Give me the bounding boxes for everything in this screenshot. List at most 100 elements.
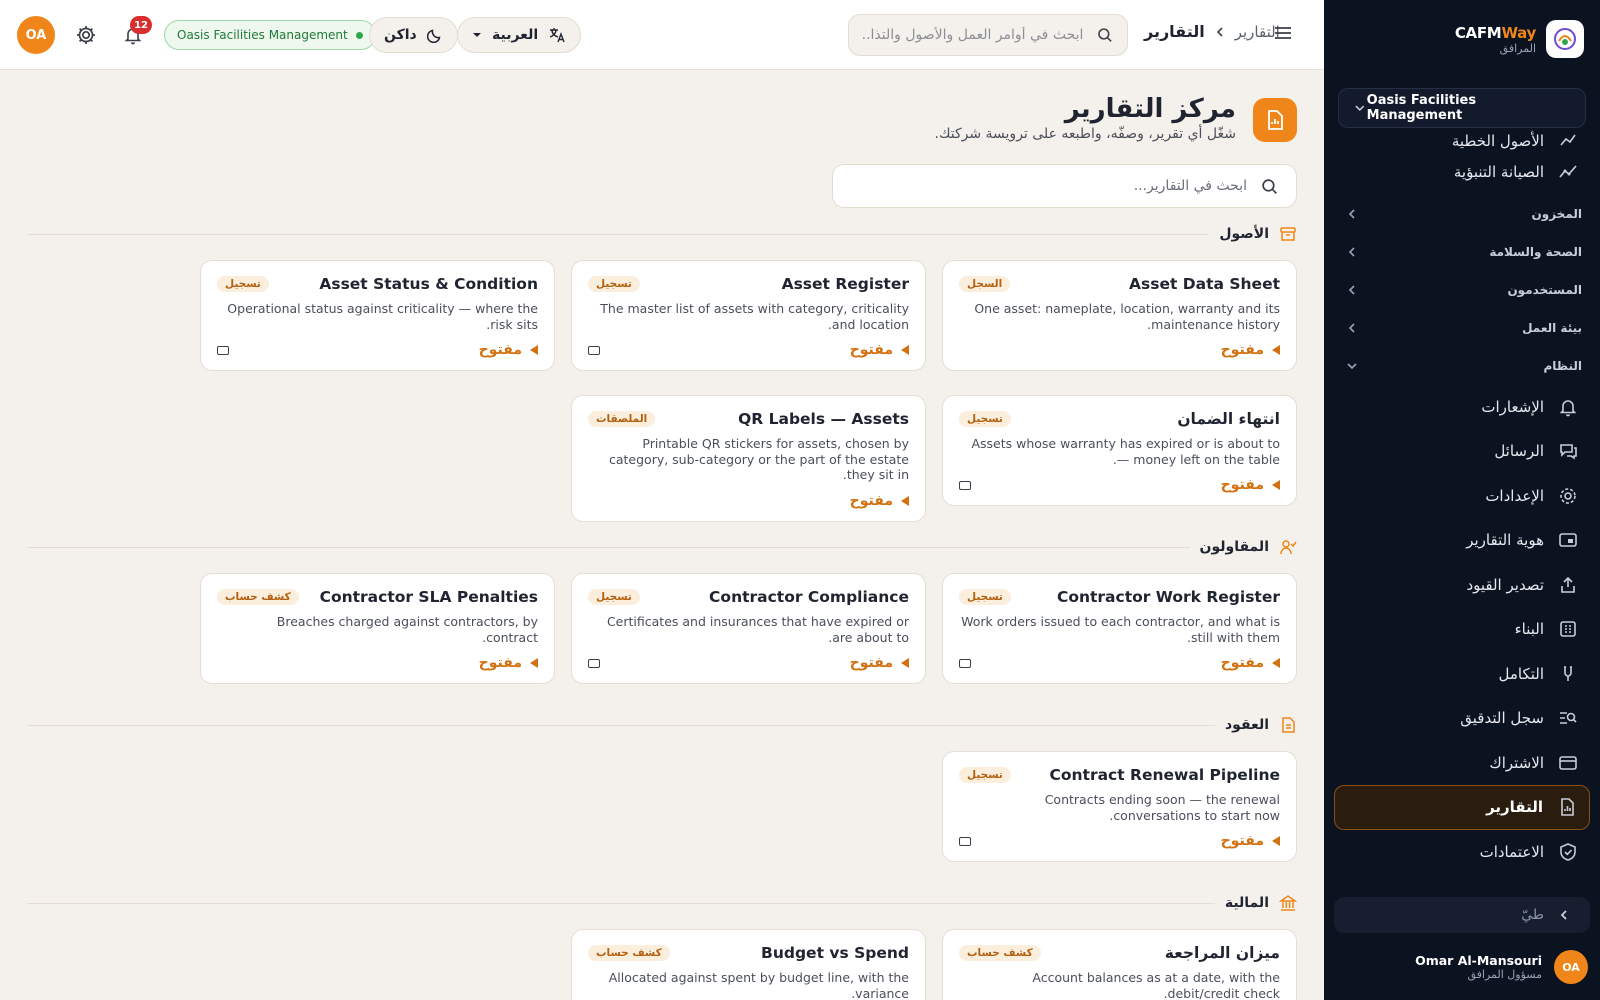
- sidebar-item-linear-assets[interactable]: الأصول الخطية: [1324, 128, 1600, 150]
- sidebar-item-notifications[interactable]: الإشعارات: [1324, 385, 1600, 430]
- sidebar-section-inventory[interactable]: المخزون: [1324, 195, 1600, 233]
- card-description: Work orders issued to each contractor, a…: [961, 614, 1280, 645]
- card-title: Budget vs Spend: [761, 944, 909, 962]
- user-profile[interactable]: OA Omar Al-Mansouri مسؤول المرافق: [1415, 950, 1588, 984]
- sidebar-section-workspace[interactable]: بيئة العمل: [1324, 309, 1600, 347]
- open-label: مفتوح: [1220, 342, 1264, 358]
- reports-search-placeholder: ابحث في التقارير...: [1133, 178, 1247, 194]
- open-report-button[interactable]: مفتوح: [1221, 477, 1280, 493]
- report-card-asset-register[interactable]: Asset Register تسجيل The master list of a…: [571, 260, 926, 371]
- sidebar-section-users[interactable]: المستخدمون: [1324, 271, 1600, 309]
- sidebar-item-label: هوية التقارير: [1466, 531, 1544, 550]
- settings-button[interactable]: [73, 22, 99, 48]
- card-description: Account balances as at a date, with the …: [1032, 970, 1280, 1000]
- sidebar-item-report-branding[interactable]: هوية التقارير: [1324, 518, 1600, 563]
- report-card-contractor-sla-penalties[interactable]: Contractor SLA Penalties كشف حساب Breache…: [200, 573, 555, 684]
- report-card-qr-labels[interactable]: QR Labels — Assets الملصقات Printable QR …: [571, 395, 926, 522]
- select-checkbox[interactable]: [959, 836, 971, 846]
- page-title: مركز التقارير: [1064, 94, 1236, 124]
- notifications-button[interactable]: 12: [120, 16, 152, 48]
- section-divider: [27, 724, 1215, 726]
- reports-search-input[interactable]: ابحث في التقارير...: [832, 164, 1297, 208]
- select-checkbox[interactable]: [217, 345, 229, 355]
- open-report-button[interactable]: مفتوح: [1221, 655, 1280, 671]
- collapse-label: طيّ: [1521, 907, 1544, 923]
- sidebar-section-system[interactable]: النظام: [1324, 347, 1600, 385]
- sidebar-item-predictive-maintenance[interactable]: الصيانة التنبؤية: [1324, 150, 1600, 195]
- select-checkbox[interactable]: [588, 658, 600, 668]
- card-tag: تسجيل: [959, 767, 1011, 783]
- menu-button[interactable]: [1272, 22, 1294, 48]
- card-title: انتهاء الضمان: [1177, 410, 1280, 428]
- open-report-button[interactable]: مفتوح: [479, 655, 538, 671]
- sidebar-item-label: التكامل: [1498, 664, 1544, 683]
- open-label: مفتوح: [849, 655, 893, 671]
- sidebar-item-messages[interactable]: الرسائل: [1324, 429, 1600, 474]
- card-title: QR Labels — Assets: [738, 410, 909, 428]
- select-checkbox[interactable]: [588, 345, 600, 355]
- org-pill-label: Oasis Facilities Management: [177, 28, 348, 42]
- card-description: Printable QR stickers for assets, chosen…: [608, 436, 909, 482]
- sidebar-item-journal-export[interactable]: تصدير القيود: [1324, 563, 1600, 608]
- report-card-contract-renewal[interactable]: Contract Renewal Pipeline تسجيل Contracts…: [942, 751, 1297, 862]
- select-checkbox[interactable]: [959, 480, 971, 490]
- card-tag: السجل: [959, 276, 1011, 292]
- sidebar-item-subscription[interactable]: الاشتراك: [1324, 741, 1600, 786]
- sidebar-item-builder[interactable]: البناء: [1324, 607, 1600, 652]
- sidebar-section-hse[interactable]: الصحة والسلامة: [1324, 233, 1600, 271]
- play-icon: [901, 495, 909, 506]
- open-label: مفتوح: [849, 342, 893, 358]
- card-tag: تسجيل: [959, 589, 1011, 605]
- sidebar-item-settings[interactable]: الإعدادات: [1324, 474, 1600, 519]
- card-tag: كشف حساب: [588, 945, 670, 961]
- theme-toggle[interactable]: داكن: [369, 17, 458, 53]
- report-card-contractor-compliance[interactable]: Contractor Compliance تسجيل Certificates …: [571, 573, 926, 684]
- report-card-trial-balance[interactable]: ميزان المراجعة كشف حساب Account balances …: [942, 929, 1297, 1000]
- open-report-button[interactable]: مفتوح: [479, 342, 538, 358]
- org-select[interactable]: Oasis Facilities Management: [1338, 88, 1586, 128]
- open-report-button[interactable]: مفتوح: [1221, 833, 1280, 849]
- open-report-button[interactable]: مفتوح: [850, 655, 909, 671]
- section-contracts: العقود: [27, 715, 1297, 735]
- sidebar-section-label: الصحة والسلامة: [1489, 244, 1582, 259]
- report-card-budget-vs-spend[interactable]: Budget vs Spend كشف حساب Allocated agains…: [571, 929, 926, 1000]
- archive-icon: [1280, 227, 1296, 241]
- bank-icon: [1279, 895, 1297, 911]
- sidebar-item-label: الأصول الخطية: [1451, 132, 1544, 150]
- sidebar-item-label: سجل التدقيق: [1460, 709, 1544, 728]
- gear-icon: [77, 26, 95, 44]
- report-card-asset-data-sheet[interactable]: Asset Data Sheet السجل One asset: namepla…: [942, 260, 1297, 371]
- global-search-input[interactable]: ابحث في أوامر العمل والأصول والتذا...: [848, 14, 1128, 56]
- section-finance: المالية: [27, 893, 1297, 913]
- report-card-contractor-work-register[interactable]: Contractor Work Register تسجيل Work order…: [942, 573, 1297, 684]
- open-report-button[interactable]: مفتوح: [850, 342, 909, 358]
- sidebar-item-audit-log[interactable]: سجل التدقيق: [1324, 696, 1600, 741]
- section-divider: [27, 902, 1215, 904]
- section-title: العقود: [1225, 717, 1269, 733]
- report-card-asset-status[interactable]: Asset Status & Condition تسجيل Operationa…: [200, 260, 555, 371]
- open-report-button[interactable]: مفتوح: [1221, 342, 1280, 358]
- page-subtitle: شغّل أي تقرير، وصفّه، واطبعه على ترويسة …: [934, 126, 1237, 142]
- brand-name-way: Way: [1501, 23, 1536, 42]
- play-icon: [901, 658, 909, 668]
- card-title: ميزان المراجعة: [1164, 944, 1280, 962]
- sidebar-item-reports[interactable]: التقارير: [1334, 785, 1590, 830]
- chevron-left-icon: [1560, 910, 1567, 920]
- brand[interactable]: CAFMWay المرافق: [1455, 20, 1584, 58]
- integration-icon: [1558, 664, 1578, 684]
- sidebar: CAFMWay المرافق Oasis Facilities Managem…: [1324, 0, 1600, 1000]
- section-title: المالية: [1224, 895, 1269, 911]
- org-status-pill[interactable]: Oasis Facilities Management: [164, 20, 376, 50]
- messages-icon: [1558, 441, 1578, 461]
- user-avatar-button[interactable]: OA: [17, 16, 55, 54]
- report-card-warranty-expiry[interactable]: انتهاء الضمان تسجيل Assets whose warranty…: [942, 395, 1297, 506]
- select-checkbox[interactable]: [959, 658, 971, 668]
- chevron-left-icon: [1348, 322, 1355, 333]
- document-icon: [1282, 717, 1295, 733]
- card-description: Assets whose warranty has expired or is …: [971, 436, 1280, 467]
- open-report-button[interactable]: مفتوح: [850, 493, 909, 509]
- sidebar-item-approvals[interactable]: الاعتمادات: [1324, 830, 1600, 875]
- language-select[interactable]: العربية: [457, 17, 582, 53]
- sidebar-item-integration[interactable]: التكامل: [1324, 652, 1600, 697]
- sidebar-collapse-button[interactable]: طيّ: [1334, 897, 1590, 933]
